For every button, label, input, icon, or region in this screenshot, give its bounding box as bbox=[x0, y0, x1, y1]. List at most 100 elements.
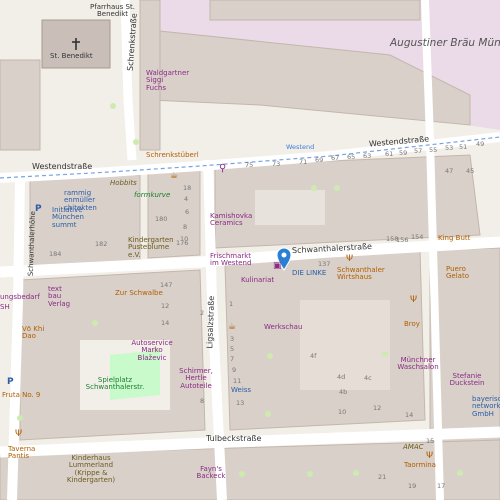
block-nw2 bbox=[0, 59, 41, 151]
fayns-backeck-label[interactable]: Fayn's Backeck bbox=[190, 465, 232, 481]
fruta-label[interactable]: Fruta No. 9 bbox=[2, 391, 42, 399]
sh-label[interactable]: SH bbox=[0, 303, 10, 311]
duckstein-label[interactable]: Stefanie Duckstein bbox=[447, 372, 487, 388]
augustiner-label: Augustiner Bräu München bbox=[390, 37, 500, 49]
courtyard bbox=[255, 190, 325, 225]
house-number: 15 bbox=[426, 437, 435, 445]
house-number: 47 bbox=[445, 167, 454, 175]
house-number: 21 bbox=[378, 473, 387, 481]
house-number: 1 bbox=[229, 300, 234, 308]
bayerische-network-label[interactable]: bayerisc network GmbH bbox=[472, 395, 500, 418]
house-number: 5 bbox=[230, 345, 235, 353]
house-number: 137 bbox=[318, 260, 331, 268]
cafe-icon[interactable]: ☕ bbox=[170, 171, 178, 181]
house-number: 8 bbox=[200, 397, 205, 405]
house-number: 13 bbox=[236, 399, 245, 407]
house-number: 4b bbox=[339, 388, 348, 396]
house-number: 18 bbox=[183, 184, 192, 192]
restaurant-icon[interactable]: Ψ bbox=[426, 451, 433, 461]
house-number: 65 bbox=[347, 153, 356, 161]
shop-icon[interactable]: ▣ bbox=[273, 261, 282, 271]
house-number: 53 bbox=[445, 144, 454, 152]
puero-gelato-label[interactable]: Puero Gelato bbox=[446, 265, 476, 281]
westendstrasse-left-label: Westendstraße bbox=[32, 162, 93, 171]
house-number: 69 bbox=[315, 156, 324, 164]
house-number: 4f bbox=[310, 352, 317, 360]
house-number: 75 bbox=[245, 161, 254, 169]
house-number: 2 bbox=[200, 309, 205, 317]
taverna-label[interactable]: Taverna Pantis bbox=[8, 445, 48, 461]
kamishovka-label[interactable]: Kamishovka Ceramics bbox=[210, 212, 254, 228]
die-linke-label[interactable]: DIE LINKE bbox=[292, 269, 326, 277]
map-viewport[interactable]: Augustiner Bräu München St. Benedikt Pfa… bbox=[0, 0, 500, 500]
house-number: 14 bbox=[161, 319, 170, 327]
house-number: 63 bbox=[363, 152, 372, 160]
house-number: 59 bbox=[399, 149, 408, 157]
house-number: 57 bbox=[414, 147, 423, 155]
frischmarkt-label[interactable]: Frischmarkt im Westend bbox=[210, 252, 256, 268]
map-base bbox=[0, 0, 500, 500]
brewery-building-north bbox=[209, 0, 421, 21]
restaurant-icon[interactable]: Ψ bbox=[410, 295, 417, 305]
house-number: 67 bbox=[331, 154, 340, 162]
parking-icon[interactable]: P bbox=[7, 377, 14, 387]
house-number: 10 bbox=[338, 408, 347, 416]
house-number: 73 bbox=[272, 160, 281, 168]
house-number: 49 bbox=[476, 140, 485, 148]
st-benedikt-label: St. Benedikt bbox=[50, 52, 93, 60]
house-number: 55 bbox=[429, 146, 438, 154]
kulinariat-label[interactable]: Kulinariat bbox=[241, 276, 274, 284]
kindergarten-label[interactable]: Kindergarten Pusteblume e.V. bbox=[128, 236, 174, 259]
house-number: 9 bbox=[232, 366, 237, 374]
beadarf-label[interactable]: ungsbedarf bbox=[0, 293, 40, 301]
house-number: 17 bbox=[437, 482, 446, 490]
house-number: 45 bbox=[466, 167, 475, 175]
broy-label[interactable]: Broy bbox=[404, 320, 420, 328]
restaurant-icon[interactable]: Ψ bbox=[346, 254, 353, 264]
house-number: 71 bbox=[299, 158, 308, 166]
kinderhaus-label[interactable]: Kinderhaus Lummerland (Krippe & Kinderga… bbox=[60, 454, 122, 484]
house-number: 4c bbox=[364, 374, 372, 382]
house-number: 12 bbox=[373, 404, 382, 412]
restaurant-icon[interactable]: Ψ bbox=[15, 429, 22, 439]
weiss-label[interactable]: Weiss bbox=[231, 386, 251, 394]
westend-route-label: Westend bbox=[286, 143, 315, 151]
house-number: 6 bbox=[185, 208, 190, 216]
house-number: 180 bbox=[155, 215, 168, 223]
house-number: 147 bbox=[160, 281, 173, 289]
parking-icon[interactable]: P bbox=[35, 204, 42, 214]
house-number: 184 bbox=[49, 250, 62, 258]
house-number: 4d bbox=[337, 373, 346, 381]
house-number: 154 bbox=[411, 233, 424, 241]
hobbits-label[interactable]: Hobbits bbox=[110, 179, 137, 187]
spielplatz-label[interactable]: Spielplatz Schwanthalerstr. bbox=[85, 376, 145, 392]
bicycle-icon[interactable]: ⚲ bbox=[219, 163, 226, 175]
autoservice-label[interactable]: Autoservice Marko Blaževic bbox=[128, 339, 176, 362]
zur-schwalbe-label[interactable]: Zur Schwalbe bbox=[115, 289, 163, 297]
formkurve-label[interactable]: formkurve bbox=[134, 191, 170, 199]
cafe-icon[interactable]: ☕ bbox=[228, 322, 236, 332]
schirmer-label[interactable]: Schirmer, Hertle Autoteile bbox=[175, 367, 217, 390]
house-number: 12 bbox=[161, 302, 170, 310]
house-number: 4 bbox=[184, 195, 189, 203]
vo-khi-label[interactable]: Vō Khi Dao bbox=[22, 325, 48, 341]
taormina-label[interactable]: Taormina bbox=[404, 461, 436, 469]
waldgartner-label[interactable]: Waldgartner Siggi Fuchs bbox=[146, 69, 189, 92]
house-number: 158 bbox=[386, 235, 399, 243]
king-butt-label[interactable]: King Butt bbox=[438, 234, 470, 242]
house-number: 19 bbox=[408, 482, 417, 490]
tulbeckstrasse-label: Tulbeckstraße bbox=[206, 434, 262, 443]
house-number: 11 bbox=[233, 377, 242, 385]
text-bau-label[interactable]: text bau Verlag bbox=[48, 285, 76, 308]
rammig-label[interactable]: rammig enmüller chitekten bbox=[64, 189, 114, 212]
house-number: 7 bbox=[230, 355, 235, 363]
house-number: 176 bbox=[176, 239, 189, 247]
house-number: 8 bbox=[183, 223, 188, 231]
house-number: 182 bbox=[95, 240, 108, 248]
werkschau-label[interactable]: Werkschau bbox=[264, 323, 302, 331]
schrenkstueberl-label[interactable]: Schrenkstüberl bbox=[146, 151, 199, 159]
wirtshaus-label[interactable]: Schwanthaler Wirtshaus bbox=[337, 266, 385, 282]
house-number: 61 bbox=[385, 150, 394, 158]
waschsalon-label[interactable]: Münchner Waschsalon bbox=[393, 356, 443, 372]
amac-label[interactable]: AMAC bbox=[403, 443, 424, 451]
